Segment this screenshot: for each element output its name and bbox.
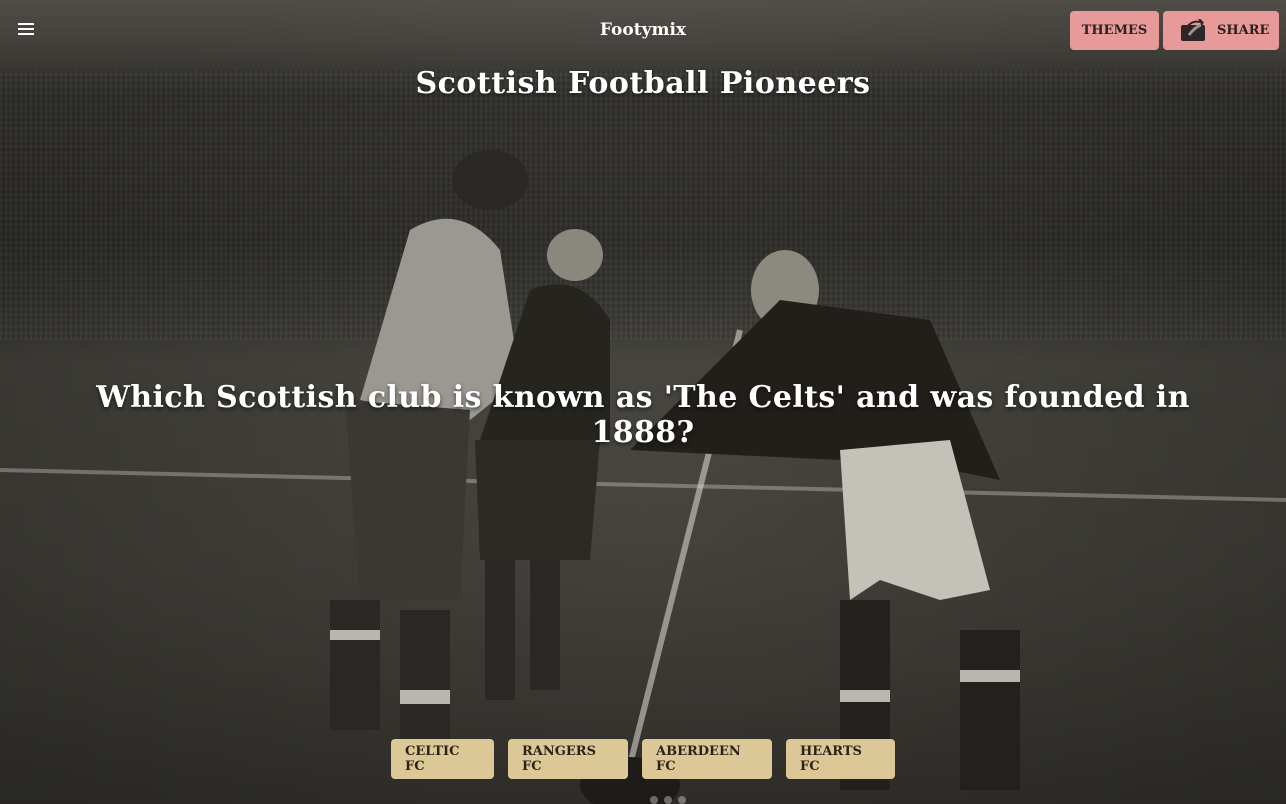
quiz-page: Footymix THEMES SHARE Scottish Football …	[0, 0, 1286, 804]
pagination-dot[interactable]	[650, 796, 658, 804]
answer-options: CELTIC FC RANGERS FC ABERDEEN FC HEARTS …	[0, 739, 1286, 779]
question-text: Which Scottish club is known as 'The Cel…	[96, 380, 1190, 450]
pagination-dot[interactable]	[678, 796, 686, 804]
pagination-dots	[650, 796, 686, 804]
pagination-dot[interactable]	[664, 796, 672, 804]
answer-button-hearts[interactable]: HEARTS FC	[786, 739, 895, 779]
answer-button-aberdeen[interactable]: ABERDEEN FC	[642, 739, 772, 779]
share-icon	[1179, 17, 1207, 43]
themes-button[interactable]: THEMES	[1070, 11, 1159, 50]
quiz-title: Scottish Football Pioneers	[415, 66, 871, 101]
share-label: SHARE	[1217, 23, 1270, 38]
answer-button-rangers[interactable]: RANGERS FC	[508, 739, 628, 779]
answer-button-celtic[interactable]: CELTIC FC	[391, 739, 494, 779]
header-actions: THEMES SHARE	[1070, 11, 1279, 50]
share-button[interactable]: SHARE	[1163, 11, 1279, 50]
